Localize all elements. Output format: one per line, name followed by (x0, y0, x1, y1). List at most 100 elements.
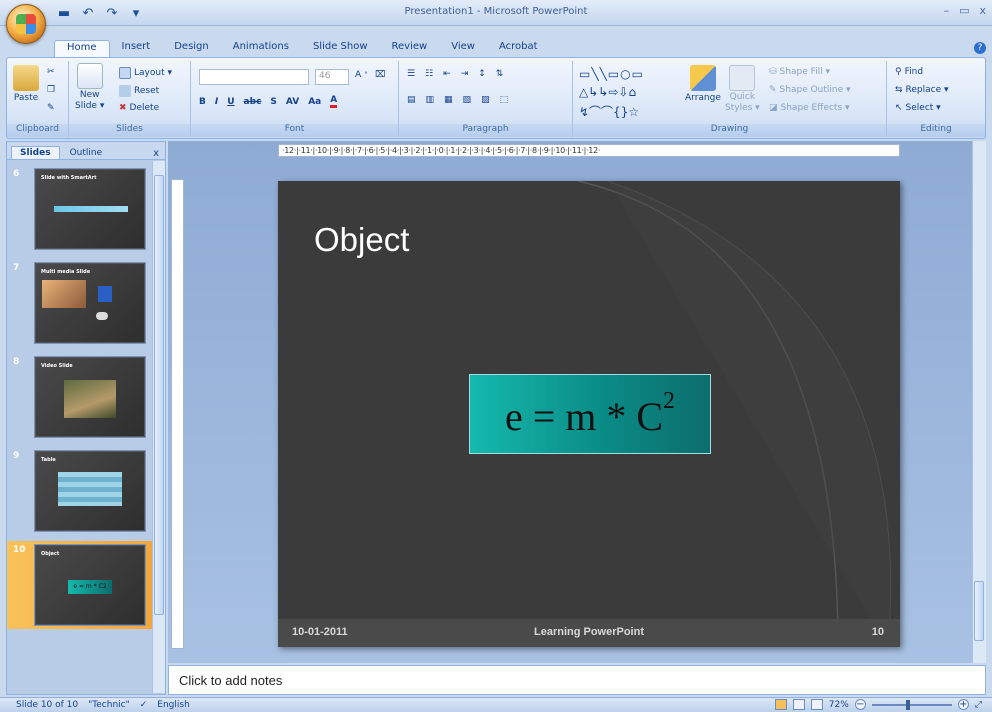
minimize-button[interactable]: – (944, 4, 950, 17)
font-size-field[interactable]: 46 (315, 69, 349, 85)
slide-show-button[interactable] (810, 699, 823, 710)
tab-acrobat[interactable]: Acrobat (487, 40, 550, 58)
tab-home[interactable]: Home (54, 40, 110, 58)
change-case-icon[interactable]: Aa (308, 97, 321, 107)
new-slide-button[interactable]: New Slide ▾ (75, 63, 104, 111)
font-name-field[interactable] (199, 69, 309, 85)
zoom-slider-thumb[interactable] (905, 699, 910, 710)
slide-scrollbar[interactable] (972, 141, 986, 663)
tab-slide-show[interactable]: Slide Show (301, 40, 380, 58)
shadow-icon[interactable]: S (270, 97, 276, 107)
shapes-gallery-row2[interactable]: △↳↳⇨⇩⌂ (579, 85, 636, 99)
underline-icon[interactable]: U (227, 97, 234, 107)
window-title: Presentation1 - Microsoft PowerPoint (404, 6, 588, 17)
align-right-icon[interactable]: ▦ (444, 95, 453, 105)
fit-to-window-icon[interactable]: ⤢ (975, 700, 982, 710)
maximize-button[interactable]: ▭ (959, 4, 969, 17)
tab-outline[interactable]: Outline (62, 147, 111, 159)
copy-button[interactable]: ❐ (47, 85, 55, 95)
zoom-in-button[interactable]: + (957, 699, 969, 710)
slide-thumbnail-8[interactable]: 8 Video Slide (7, 353, 152, 441)
slide-thumbnail-6[interactable]: 6 Slide with SmartArt (7, 165, 152, 253)
reset-button[interactable]: Reset (119, 85, 159, 97)
status-left: Slide 10 of 10 "Technic" ✓ English (16, 700, 190, 710)
decrease-indent-icon[interactable]: ⇤ (443, 69, 451, 79)
tab-view[interactable]: View (439, 40, 487, 58)
pane-tabs: Slides Outline x (7, 142, 165, 160)
slide-number: 10 (871, 626, 884, 638)
help-icon[interactable]: ? (974, 42, 986, 54)
find-button[interactable]: ⚲ Find (895, 67, 923, 77)
office-button[interactable] (6, 4, 46, 44)
delete-button[interactable]: ✖ Delete (119, 103, 159, 113)
tab-animations[interactable]: Animations (221, 40, 301, 58)
cursor-icon: ↖ (895, 103, 903, 113)
strikethrough-icon[interactable]: abc (244, 97, 262, 107)
language[interactable]: English (157, 700, 190, 710)
zoom-out-button[interactable]: − (854, 699, 866, 710)
clipboard-group: Paste ✂ ❐ ✎ Clipboard (7, 61, 69, 137)
columns-icon[interactable]: ▨ (481, 95, 490, 105)
text-direction-icon[interactable]: ⇅ (496, 69, 504, 79)
bullets-icon[interactable]: ☰ (407, 69, 415, 79)
paste-button[interactable]: Paste (13, 65, 39, 103)
close-button[interactable]: x (979, 4, 986, 17)
smartart-icon[interactable]: ⬚ (500, 95, 509, 105)
slide-title[interactable]: Object (314, 221, 409, 259)
normal-view-button[interactable] (774, 699, 787, 710)
close-pane-icon[interactable]: x (153, 148, 159, 159)
copy-icon: ❐ (47, 85, 56, 95)
zoom-slider[interactable] (871, 699, 952, 710)
zoom-level[interactable]: 72% (829, 700, 849, 710)
spellcheck-icon[interactable]: ✓ (140, 700, 148, 710)
layout-button[interactable]: Layout ▾ (119, 67, 172, 79)
editing-label: Editing (887, 124, 985, 137)
quick-styles-button[interactable]: Quick Styles ▾ (725, 65, 760, 113)
format-painter-button[interactable]: ✎ (47, 103, 55, 113)
tab-insert[interactable]: Insert (110, 40, 163, 58)
ribbon: Paste ✂ ❐ ✎ Clipboard New Slide ▾ Layout… (6, 57, 986, 139)
tab-design[interactable]: Design (162, 40, 221, 58)
scrollbar-thumb[interactable] (154, 175, 164, 615)
char-spacing-icon[interactable]: AV (286, 97, 299, 107)
slide-sorter-button[interactable] (792, 699, 805, 710)
align-center-icon[interactable]: ▥ (426, 95, 435, 105)
editing-group: ⚲ Find ⇆ Replace ▾ ↖ Select ▾ Editing (887, 61, 985, 137)
select-button[interactable]: ↖ Select ▾ (895, 103, 941, 113)
notes-pane[interactable]: Click to add notes (168, 665, 986, 695)
cut-button[interactable]: ✂ (47, 67, 55, 77)
font-color-icon[interactable]: A (330, 95, 338, 108)
slide-thumbnail-7[interactable]: 7 Multi media Slide (7, 259, 152, 347)
bold-icon[interactable]: B (199, 97, 206, 107)
thumbnail-image: Slide with SmartArt (35, 169, 145, 249)
slide-canvas[interactable]: Object e = m * C2 10-01-2011 Learning Po… (278, 181, 900, 647)
thumbnail-image: Video Slide (35, 357, 145, 437)
arrange-button[interactable]: Arrange (685, 65, 721, 103)
justify-icon[interactable]: ▧ (463, 95, 472, 105)
arrange-icon (689, 65, 716, 91)
paragraph-label: Paragraph (399, 124, 572, 137)
italic-icon[interactable]: I (215, 97, 218, 107)
line-spacing-icon[interactable]: ↕ (478, 69, 486, 79)
tab-review[interactable]: Review (380, 40, 440, 58)
shape-fill-button[interactable]: ⛁ Shape Fill ▾ (769, 67, 830, 77)
slide-thumbnail-9[interactable]: 9 Table (7, 447, 152, 535)
slides-label: Slides (69, 124, 190, 137)
clear-format-icon[interactable]: ⌧ (375, 70, 385, 80)
slide-scrollbar-thumb[interactable] (974, 581, 984, 641)
shapes-gallery-row3[interactable]: ↯⌒⌒{}☆ (579, 103, 639, 120)
shape-outline-button[interactable]: ✎ Shape Outline ▾ (769, 85, 851, 95)
increase-indent-icon[interactable]: ⇥ (461, 69, 469, 79)
tab-slides[interactable]: Slides (11, 146, 60, 159)
shape-effects-button[interactable]: ◪ Shape Effects ▾ (769, 103, 850, 113)
slide-thumbnail-10[interactable]: 10 Object e = m * C2 (7, 541, 152, 629)
slides-pane-scrollbar[interactable] (152, 161, 165, 693)
numbering-icon[interactable]: ☷ (425, 69, 433, 79)
shapes-gallery[interactable]: ▭╲╲▭○▭ (579, 67, 644, 81)
align-left-icon[interactable]: ▤ (407, 95, 416, 105)
quick-styles-icon (729, 65, 756, 91)
equation-object[interactable]: e = m * C2 (469, 374, 711, 454)
replace-button[interactable]: ⇆ Replace ▾ (895, 85, 949, 95)
grow-font-button[interactable]: A ˄ (355, 70, 368, 80)
align-buttons: ▤ ▥ ▦ ▧ ▨ ⬚ (407, 95, 508, 105)
